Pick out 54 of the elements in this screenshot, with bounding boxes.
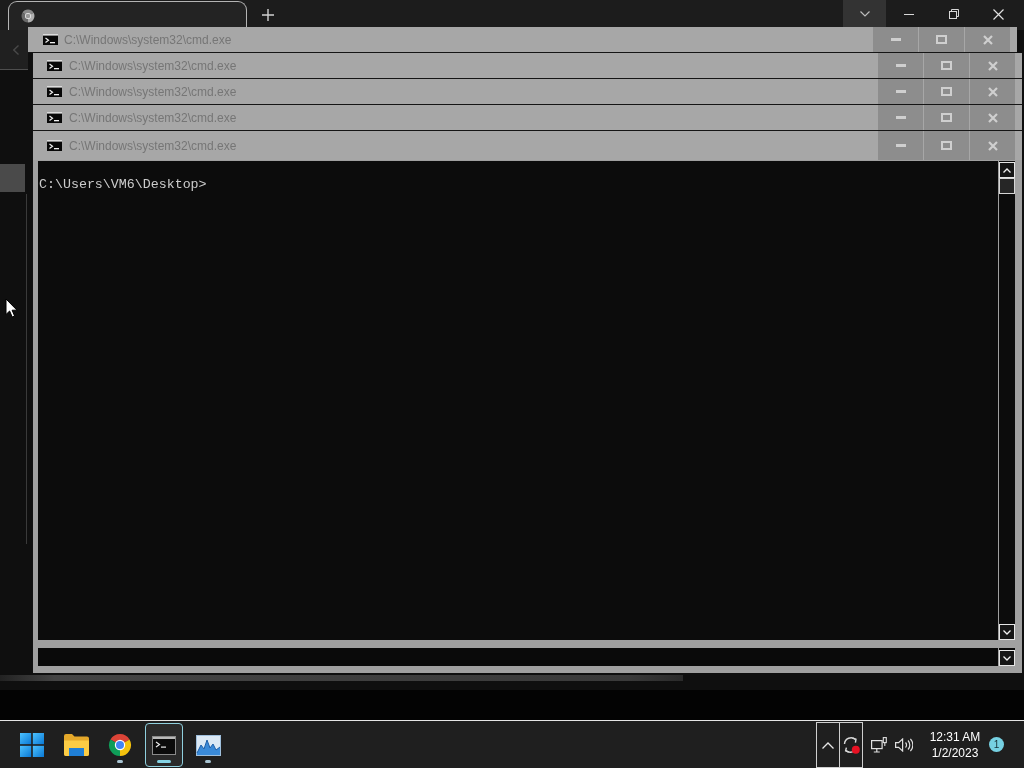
minimize-icon	[895, 64, 906, 67]
minimize-icon	[895, 116, 906, 119]
taskbar-button[interactable]	[145, 723, 183, 767]
close-icon	[987, 86, 998, 97]
minimize-icon	[903, 13, 914, 15]
horizontal-scrollbar[interactable]	[0, 675, 683, 681]
tab-search-button[interactable]	[843, 0, 886, 28]
vertical-scrollbar[interactable]	[999, 161, 1015, 640]
speaker-icon	[895, 737, 913, 752]
close-icon	[987, 60, 998, 71]
browser-icon	[21, 9, 35, 23]
maximize-icon	[941, 113, 952, 122]
browser-icon	[108, 733, 132, 757]
chevron-up-icon	[1003, 167, 1011, 173]
maximize-icon	[941, 87, 952, 96]
clock-date: 1/2/2023	[931, 744, 979, 761]
close-icon	[982, 34, 993, 45]
chevron-down-icon	[859, 11, 870, 17]
close-icon	[993, 8, 1004, 20]
sync-icon	[842, 736, 860, 754]
maximize-icon	[941, 141, 952, 150]
console-line: C:\Users\VM6\Desktop>	[39, 177, 207, 193]
terminal-icon	[152, 735, 176, 755]
scrollbar-thumb[interactable]	[999, 178, 1015, 194]
start-icon	[20, 733, 44, 757]
clock-time: 12:31 AM	[929, 728, 981, 745]
graph-icon	[195, 734, 221, 756]
chevron-down-icon	[1003, 629, 1011, 635]
chevron-down-icon	[1003, 655, 1011, 661]
mouse-pointer-icon	[5, 298, 18, 318]
scroll-down-button[interactable]	[999, 650, 1015, 666]
show-hidden-icons-button[interactable]	[816, 722, 840, 768]
close-icon	[987, 112, 998, 123]
folder-icon	[63, 734, 89, 756]
sync-button[interactable]	[839, 722, 863, 768]
plus-icon	[262, 9, 274, 21]
restore-icon	[948, 9, 959, 19]
new-tab-button[interactable]	[262, 9, 274, 21]
scroll-up-button[interactable]	[999, 162, 1015, 178]
console-icon	[43, 34, 58, 45]
notification-badge[interactable]: 1	[989, 737, 1004, 752]
minimize-icon	[895, 90, 906, 93]
maximize-icon	[941, 61, 952, 70]
close-icon	[987, 140, 998, 151]
network-icon	[871, 736, 887, 753]
console-icon	[47, 86, 62, 97]
minimize-icon	[890, 38, 901, 41]
chevron-up-icon	[822, 741, 834, 749]
minimize-icon	[895, 144, 906, 147]
console-icon	[47, 140, 62, 151]
scroll-down-button[interactable]	[999, 624, 1015, 640]
console-icon	[47, 112, 62, 123]
maximize-icon	[936, 35, 947, 44]
console-icon	[47, 60, 62, 71]
